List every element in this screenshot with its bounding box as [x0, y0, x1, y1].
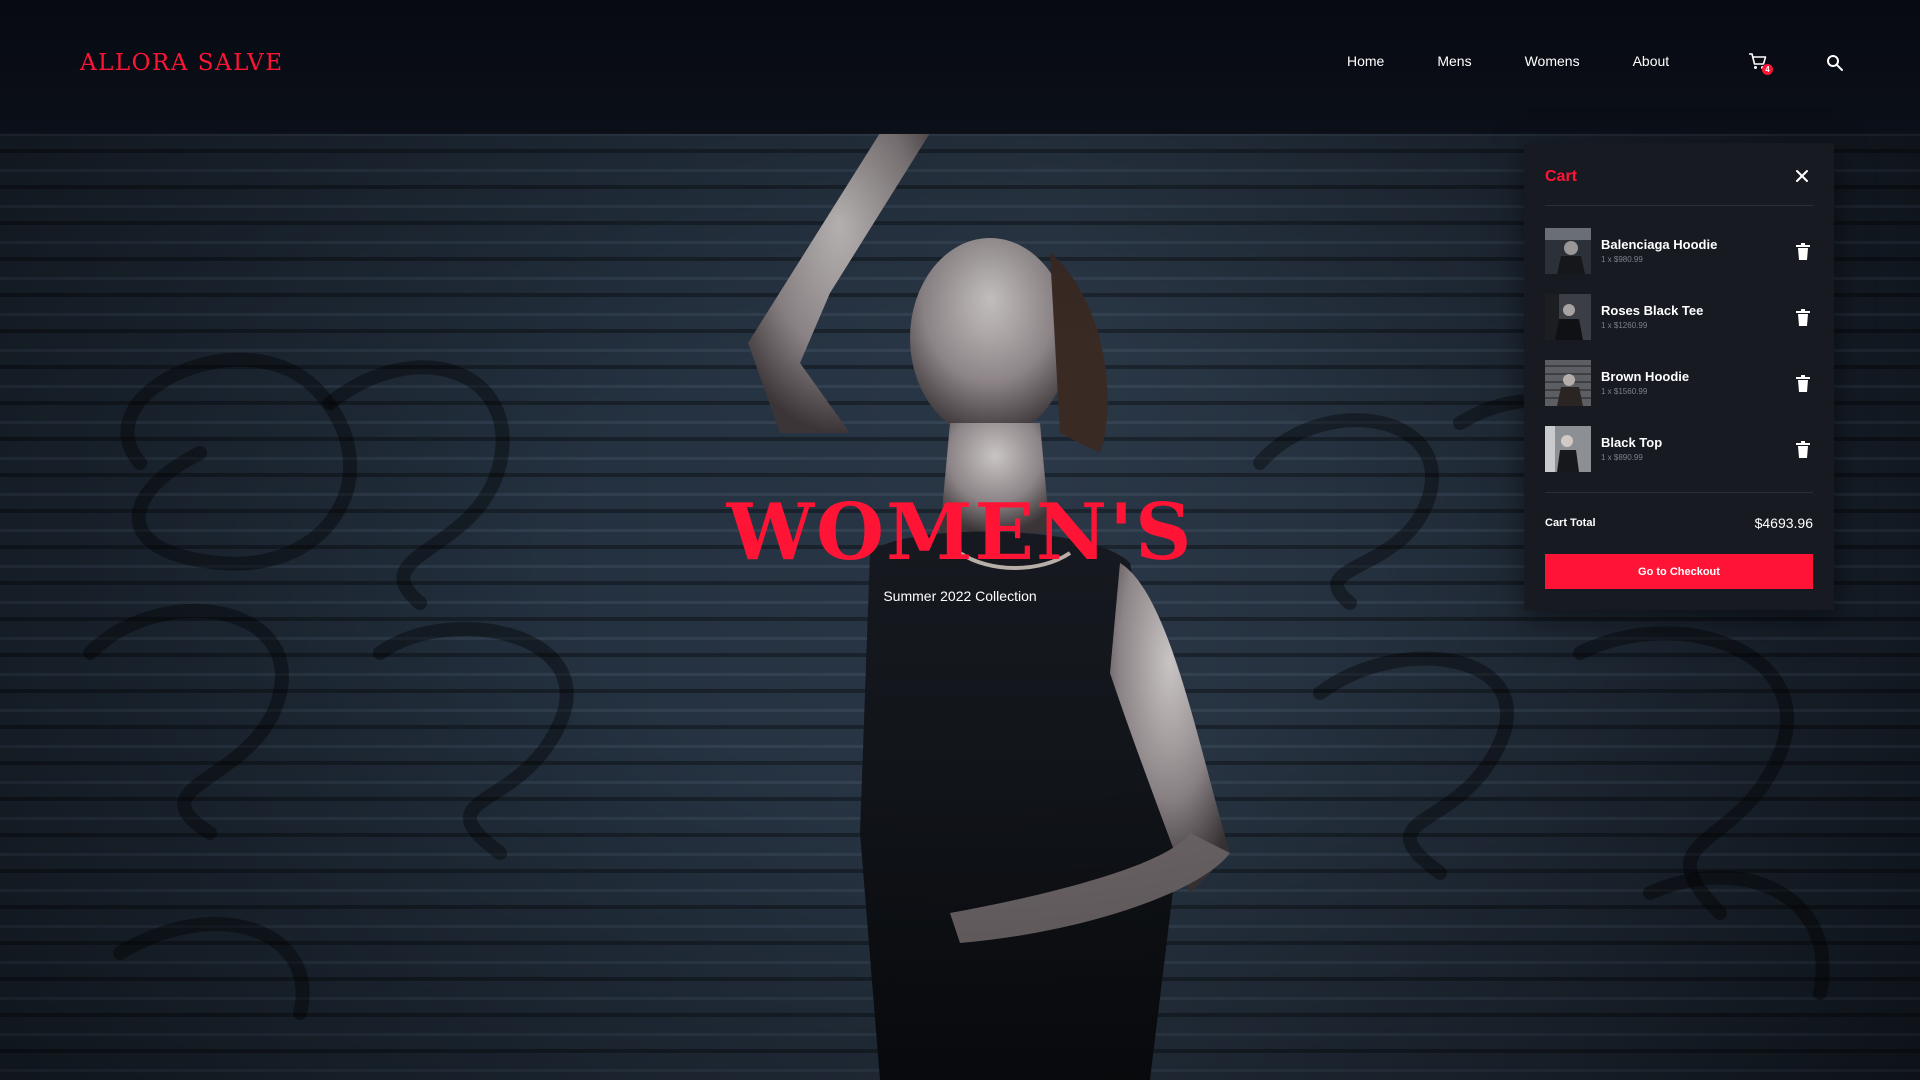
product-thumbnail[interactable]	[1545, 360, 1591, 406]
search-button[interactable]	[1826, 54, 1846, 74]
nav-womens[interactable]: Womens	[1525, 53, 1580, 69]
cart-total-value: $4693.96	[1754, 515, 1813, 531]
item-name[interactable]: Brown Hoodie	[1601, 369, 1689, 384]
cart-title: Cart	[1545, 168, 1578, 185]
close-icon	[1796, 170, 1808, 182]
item-quantity-price: 1 x $890.99	[1601, 453, 1643, 462]
delete-item-button[interactable]	[1795, 375, 1811, 393]
close-cart-button[interactable]	[1791, 165, 1813, 187]
cart-total-label: Cart Total	[1545, 517, 1596, 529]
divider	[1545, 492, 1813, 493]
product-thumbnail[interactable]	[1545, 294, 1591, 340]
delete-item-button[interactable]	[1795, 243, 1811, 261]
item-name[interactable]: Black Top	[1601, 435, 1662, 450]
cart-item: Roses Black Tee 1 x $1260.99	[1545, 294, 1813, 360]
checkout-button[interactable]: Go to Checkout	[1545, 554, 1813, 589]
nav-home[interactable]: Home	[1347, 53, 1384, 69]
item-name[interactable]: Roses Black Tee	[1601, 303, 1703, 318]
trash-icon	[1796, 309, 1810, 326]
product-thumbnail[interactable]	[1545, 228, 1591, 274]
cart-item-list: Balenciaga Hoodie 1 x $980.99 Roses Blac…	[1545, 228, 1813, 492]
product-thumbnail[interactable]	[1545, 426, 1591, 472]
item-name[interactable]: Balenciaga Hoodie	[1601, 237, 1717, 252]
brand-logo[interactable]: ALLORA SALVE	[80, 50, 284, 76]
delete-item-button[interactable]	[1795, 441, 1811, 459]
cart-count-badge: 4	[1762, 64, 1773, 75]
item-quantity-price: 1 x $1560.99	[1601, 387, 1648, 396]
cart-item: Balenciaga Hoodie 1 x $980.99	[1545, 228, 1813, 294]
trash-icon	[1796, 375, 1810, 392]
item-quantity-price: 1 x $980.99	[1601, 255, 1643, 264]
trash-icon	[1796, 441, 1810, 458]
cart-item: Black Top 1 x $890.99	[1545, 426, 1813, 492]
cart-button[interactable]: 4	[1748, 52, 1774, 78]
nav-about[interactable]: About	[1633, 53, 1670, 69]
cart-header: Cart	[1545, 165, 1813, 206]
cart-item: Brown Hoodie 1 x $1560.99	[1545, 360, 1813, 426]
nav-mens[interactable]: Mens	[1437, 53, 1471, 69]
cart-panel: Cart Balenciaga Hoodie 1 x $980.99 Roses…	[1524, 143, 1834, 610]
main-nav: Home Mens Womens About	[1347, 53, 1669, 69]
search-icon	[1827, 55, 1843, 71]
site-header: ALLORA SALVE Home Mens Womens About 4	[0, 0, 1920, 134]
item-quantity-price: 1 x $1260.99	[1601, 321, 1648, 330]
delete-item-button[interactable]	[1795, 309, 1811, 327]
trash-icon	[1796, 243, 1810, 260]
